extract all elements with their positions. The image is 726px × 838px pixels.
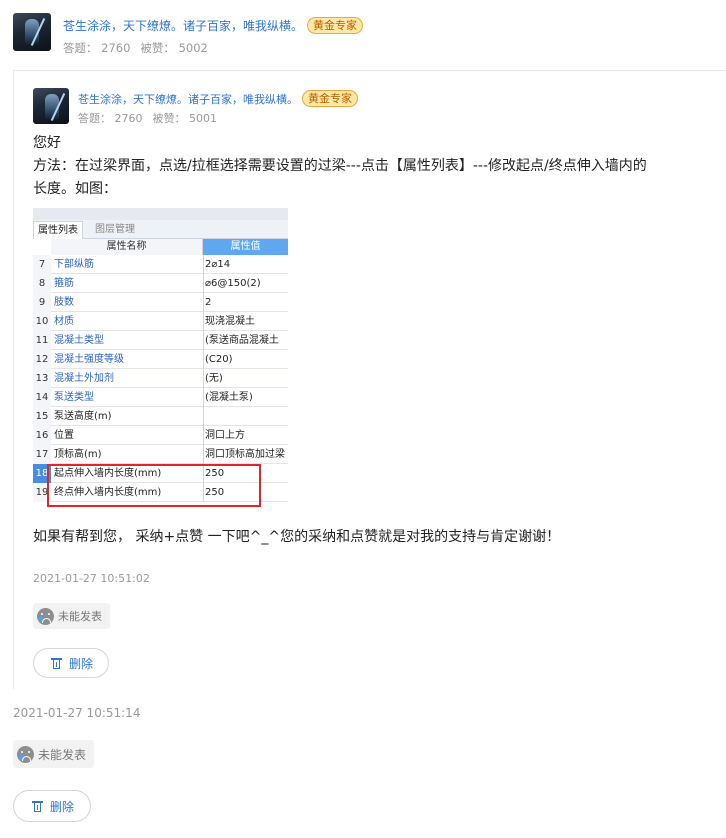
property-value: (无): [205, 373, 223, 384]
property-row: 13 混凝土外加剂 (无): [33, 369, 288, 388]
property-row: 16 位置 洞口上方: [33, 426, 288, 445]
panel-tabs: 属性列表 图层管理: [33, 220, 288, 239]
property-name: 位置: [54, 430, 74, 441]
property-value: 现浇混凝土: [205, 316, 255, 327]
row-number: 16: [33, 426, 51, 445]
like-count: 被赞： 5002: [140, 41, 208, 55]
status-text: 未能发表: [38, 747, 87, 762]
property-row: 11 混凝土类型 (泵送商品混凝土: [33, 331, 288, 350]
answer-timestamp: 2021-01-27 10:51:02: [33, 572, 150, 585]
user-avatar[interactable]: [33, 88, 69, 124]
user-avatar[interactable]: [13, 13, 51, 51]
answer-count: 答题： 2760: [63, 41, 131, 55]
delete-button[interactable]: 删除: [33, 648, 110, 678]
publish-failed-chip: 未能发表: [13, 740, 95, 768]
trash-icon: [51, 657, 62, 669]
property-row: 15 泵送高度(m): [33, 407, 288, 426]
username[interactable]: 苍生涂涂，天下缭燎。诸子百家，唯我纵横。 黄金专家: [63, 17, 364, 34]
panel-toolbar: [33, 208, 288, 220]
property-name: 箍筋: [54, 278, 74, 289]
answer-count: 答题： 2760: [78, 112, 143, 125]
delete-button[interactable]: 删除: [13, 790, 92, 822]
sad-face-icon: [17, 745, 34, 763]
user-stats: 答题： 2760 被赞： 5001: [78, 110, 227, 126]
trash-icon: [32, 800, 43, 812]
sad-face-icon: [37, 607, 54, 625]
status-text: 未能发表: [58, 610, 102, 623]
username[interactable]: 苍生涂涂，天下缭燎。诸子百家，唯我纵横。 黄金专家: [78, 90, 358, 107]
row-number: 11: [33, 331, 51, 350]
property-row: 14 泵送类型 (混凝土泵): [33, 388, 288, 407]
property-name: 材质: [54, 316, 74, 327]
user-stats: 答题： 2760 被赞： 5002: [63, 40, 218, 56]
property-value: 2: [205, 297, 212, 308]
column-header-value: 属性值: [203, 239, 288, 255]
property-name: 混凝土外加剂: [54, 373, 114, 384]
row-number: 15: [33, 407, 51, 426]
like-count: 被赞： 5001: [152, 112, 218, 125]
property-row: 10 材质 现浇混凝土: [33, 312, 288, 331]
property-name: 肢数: [54, 297, 74, 308]
row-number: 10: [33, 312, 51, 331]
closing-text: 如果有帮到您， 采纳+点赞 一下吧^_^您的采纳和点赞就是对我的支持与肯定谢谢！: [33, 529, 561, 545]
answer-timestamp: 2021-01-27 10:51:14: [13, 706, 141, 720]
row-number: 13: [33, 369, 51, 388]
property-panel-screenshot: 属性列表 图层管理 属性名称 属性值 7 下部纵筋 2⌀14 8 箍筋 ⌀6@150(2)…: [33, 208, 288, 511]
property-value: (泵送商品混凝土: [205, 335, 279, 346]
tab-layer-management: 图层管理: [95, 224, 135, 235]
username-text[interactable]: 苍生涂涂，天下缭燎。诸子百家，唯我纵横。: [78, 93, 298, 106]
property-name: 泵送类型: [54, 392, 94, 403]
publish-failed-chip: 未能发表: [33, 603, 110, 629]
property-row: 17 顶标高(m) 洞口顶标高加过梁: [33, 445, 288, 464]
property-value: ⌀6@150(2): [205, 278, 261, 289]
delete-label: 删除: [69, 656, 94, 671]
property-name: 泵送高度(m): [54, 411, 112, 422]
property-value: 洞口上方: [205, 430, 245, 441]
expert-badge: 黄金专家: [302, 90, 358, 107]
username-text[interactable]: 苍生涂涂，天下缭燎。诸子百家，唯我纵横。: [63, 19, 303, 33]
column-header-name: 属性名称: [51, 239, 203, 255]
property-row: 7 下部纵筋 2⌀14: [33, 255, 288, 274]
property-name: 顶标高(m): [54, 449, 102, 460]
property-value: 洞口顶标高加过梁: [205, 449, 285, 460]
highlight-box: [47, 464, 261, 507]
expert-badge: 黄金专家: [307, 17, 364, 34]
row-number: 12: [33, 350, 51, 369]
property-row: 8 箍筋 ⌀6@150(2): [33, 274, 288, 293]
answer-body-line: 长度。如图：: [33, 181, 117, 197]
property-name: 下部纵筋: [54, 259, 94, 270]
property-row: 9 肢数 2: [33, 293, 288, 312]
property-value: (C20): [205, 354, 233, 365]
property-row: 12 混凝土强度等级 (C20): [33, 350, 288, 369]
greeting-text: 您好: [33, 135, 61, 151]
row-number: 8: [33, 274, 51, 293]
property-value: (混凝土泵): [205, 392, 253, 403]
row-number: 9: [33, 293, 51, 312]
row-number: 14: [33, 388, 51, 407]
property-name: 混凝土类型: [54, 335, 104, 346]
delete-label: 删除: [50, 799, 75, 814]
row-number: 7: [33, 255, 51, 274]
row-number: 17: [33, 445, 51, 464]
property-name: 混凝土强度等级: [54, 354, 124, 365]
property-value: 2⌀14: [205, 259, 231, 270]
answer-body-line: 方法：在过梁界面，点选/拉框选择需要设置的过梁---点击【属性列表】---修改起…: [33, 158, 647, 174]
tab-property-list: 属性列表: [33, 221, 83, 239]
